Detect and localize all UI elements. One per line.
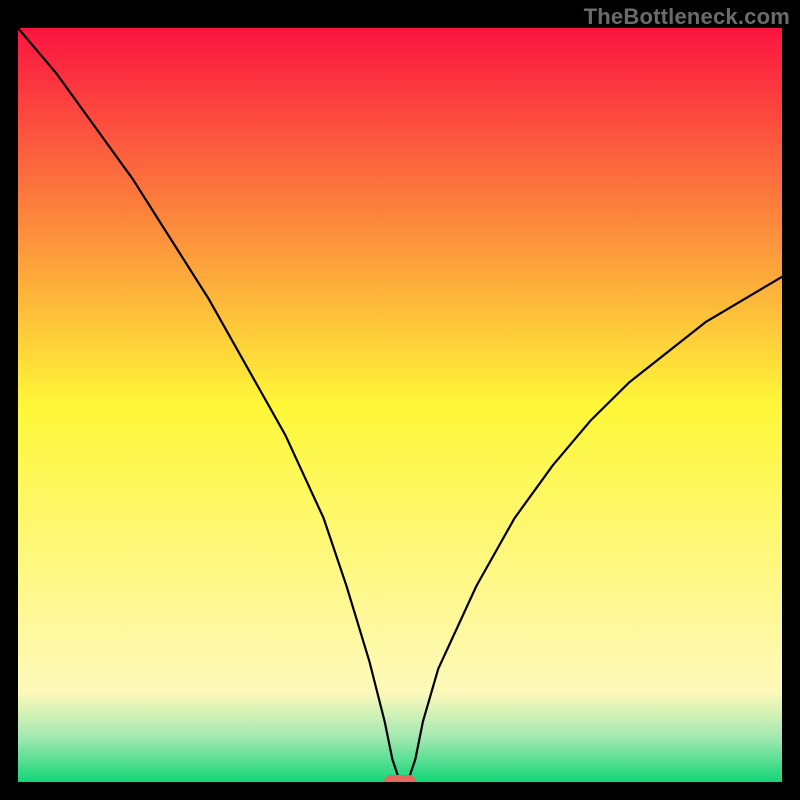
- optimal-point-marker: [384, 775, 416, 782]
- gradient-background: [18, 28, 782, 782]
- chart-svg: [18, 28, 782, 782]
- watermark-text: TheBottleneck.com: [584, 4, 790, 30]
- plot-area: [18, 28, 782, 782]
- chart-frame: TheBottleneck.com: [0, 0, 800, 800]
